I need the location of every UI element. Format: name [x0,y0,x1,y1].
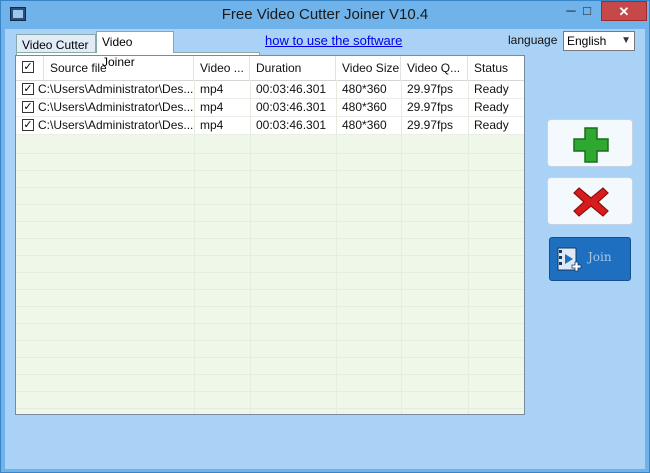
cell-size: 480*360 [342,100,387,114]
select-all-checkbox[interactable]: ✓ [22,61,34,73]
column-header-duration[interactable]: Duration [250,56,336,80]
client-area: Video Cutter Video Joiner how to use the… [5,29,645,469]
grid-line [16,374,524,375]
title-bar[interactable]: Free Video Cutter Joiner V10.4 ─ □ ✕ [1,1,649,29]
remove-file-button[interactable] [547,177,633,225]
column-header-size[interactable]: Video Size [336,56,401,80]
row-checkbox[interactable]: ✓ [22,119,34,131]
grid-line [16,408,524,409]
tab-video-cutter[interactable]: Video Cutter [16,34,96,52]
cell-format: mp4 [200,82,224,96]
window-title: Free Video Cutter Joiner V10.4 [221,6,429,23]
howto-link[interactable]: how to use the software [265,33,402,48]
grid-line [194,80,195,414]
grid-line [250,80,251,414]
close-button[interactable]: ✕ [601,1,647,21]
cell-status: Ready [474,118,509,132]
cell-duration: 00:03:46.301 [256,82,327,96]
table-header: ✓ Source file Video ... Duration Video S… [16,56,524,81]
cell-source: C:\Users\Administrator\Des... [38,82,194,96]
header-checkbox-cell: ✓ [16,56,44,80]
column-header-status[interactable]: Status [468,56,524,80]
tab-video-joiner[interactable]: Video Joiner [96,31,174,69]
grid-line [336,80,337,414]
cell-source: C:\Users\Administrator\Des... [38,100,194,114]
grid-line [16,153,524,154]
table-row[interactable]: ✓ C:\Users\Administrator\Des... mp4 00:0… [16,99,524,117]
file-table[interactable]: ✓ Source file Video ... Duration Video S… [15,55,525,415]
table-row[interactable]: ✓ C:\Users\Administrator\Des... mp4 00:0… [16,117,524,135]
grid-line [16,391,524,392]
row-checkbox[interactable]: ✓ [22,101,34,113]
film-join-icon [557,247,582,272]
column-header-quality[interactable]: Video Q... [401,56,468,80]
grid-line [16,289,524,290]
grid-line [16,272,524,273]
cell-quality: 29.97fps [407,100,454,114]
cell-size: 480*360 [342,118,387,132]
cell-duration: 00:03:46.301 [256,118,327,132]
grid-line [16,323,524,324]
column-header-format[interactable]: Video ... [194,56,250,80]
plus-icon [573,127,609,163]
grid-line [16,204,524,205]
cell-format: mp4 [200,100,224,114]
chevron-down-icon: ▼ [621,35,631,46]
grid-line [401,80,402,414]
table-row[interactable]: ✓ C:\Users\Administrator\Des... mp4 00:0… [16,81,524,99]
grid-line [468,80,469,414]
cell-quality: 29.97fps [407,82,454,96]
cell-source: C:\Users\Administrator\Des... [38,118,194,132]
cell-duration: 00:03:46.301 [256,100,327,114]
cell-status: Ready [474,100,509,114]
row-checkbox[interactable]: ✓ [22,83,34,95]
language-selected-value: English [567,34,607,48]
join-button-label: Join [588,250,612,264]
language-select[interactable]: English ▼ [563,31,635,51]
cell-format: mp4 [200,118,224,132]
grid-line [16,221,524,222]
grid-line [16,357,524,358]
cell-size: 480*360 [342,82,387,96]
maximize-button[interactable]: □ [574,1,600,21]
remove-x-icon [573,187,609,217]
app-window: Free Video Cutter Joiner V10.4 ─ □ ✕ Vid… [0,0,650,473]
join-button[interactable]: Join [549,237,631,281]
grid-line [16,306,524,307]
cell-quality: 29.97fps [407,118,454,132]
grid-line [16,170,524,171]
grid-line [16,340,524,341]
grid-line [16,238,524,239]
grid-line [16,187,524,188]
add-file-button[interactable] [547,119,633,167]
grid-line [16,255,524,256]
cell-status: Ready [474,82,509,96]
language-label: language [508,33,558,47]
